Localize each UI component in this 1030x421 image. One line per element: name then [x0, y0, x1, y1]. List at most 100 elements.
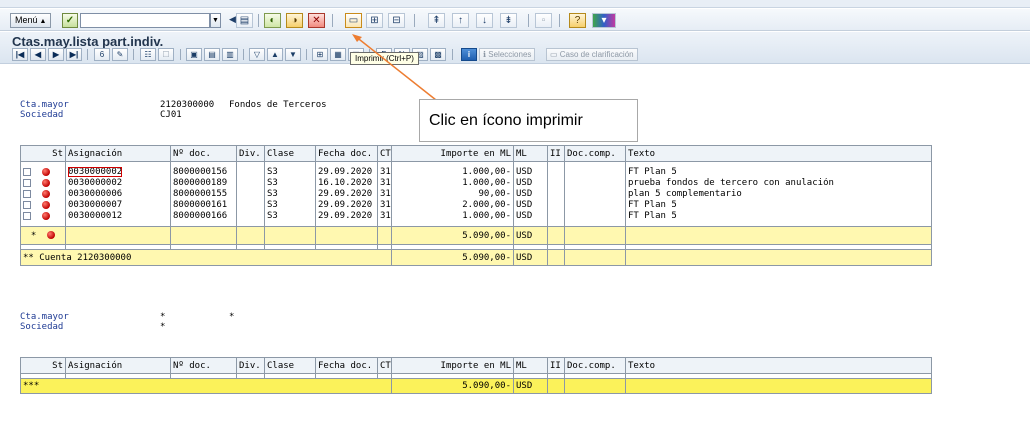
table-row[interactable]: 0030000002 8000000156 S3 29.09.2020 31 1…	[20, 166, 932, 178]
find-icon[interactable]: ⊞	[366, 13, 383, 28]
table-row[interactable]: 0030000006 8000000155 S3 29.09.2020 31 9…	[20, 188, 932, 200]
col-header-div[interactable]: Div.	[236, 145, 265, 162]
nodoc-cell[interactable]: 8000000155	[170, 188, 237, 200]
col-header-importe[interactable]: Importe en ML	[391, 357, 514, 374]
status-red-icon	[41, 178, 50, 187]
col-header-fecha[interactable]: Fecha doc.	[315, 357, 378, 374]
cta-mayor-label: Cta.mayor	[20, 100, 69, 110]
filter-icon[interactable]: ▽	[249, 48, 265, 61]
row-checkbox[interactable]	[23, 178, 31, 187]
ct-cell: 31	[377, 177, 392, 189]
selecciones-button[interactable]: ℹ Selecciones	[479, 48, 536, 61]
info-icon[interactable]: i	[461, 48, 477, 61]
table-row[interactable]: 0030000012 8000000166 S3 29.09.2020 31 1…	[20, 210, 932, 222]
row-checkbox[interactable]	[23, 167, 31, 176]
document-icon[interactable]: ▣	[186, 48, 202, 61]
details-icon[interactable]: ▥	[222, 48, 238, 61]
subtotal-row[interactable]: * 5.090,00- USD	[20, 226, 932, 245]
col-header-ml[interactable]: ML	[513, 145, 548, 162]
exit-icon[interactable]: ◑	[286, 13, 303, 28]
asignacion-cell[interactable]: 0030000002	[65, 177, 171, 189]
sort-icon[interactable]: ▲	[267, 48, 283, 61]
table-header-row: St Asignación Nº doc. Div. Clase Fecha d…	[20, 145, 932, 162]
status-red-icon	[41, 167, 50, 176]
next-item-icon[interactable]: ▶	[48, 48, 64, 61]
cuenta-total-row[interactable]: ** Cuenta 2120300000 5.090,00- USD	[20, 249, 932, 266]
col-header-importe[interactable]: Importe en ML	[391, 145, 514, 162]
doccomp-cell	[564, 188, 626, 200]
caso-clarificacion-button[interactable]: ▭ Caso de clarificación	[546, 48, 638, 61]
div-cell	[236, 188, 265, 200]
col-header-asignacion[interactable]: Asignación	[65, 357, 171, 374]
ct-cell: 31	[377, 188, 392, 200]
col-header-ii[interactable]: II	[547, 357, 565, 374]
col-header-texto[interactable]: Texto	[625, 145, 932, 162]
table-row[interactable]: 0030000007 8000000161 S3 29.09.2020 31 2…	[20, 199, 932, 211]
grand-total-row[interactable]: *** 5.090,00- USD	[20, 378, 932, 394]
div-cell	[236, 166, 265, 178]
table-row[interactable]: 0030000002 8000000189 S3 16.10.2020 31 1…	[20, 177, 932, 189]
next-page-icon[interactable]: ↓	[476, 13, 493, 28]
last-page-icon[interactable]: ⇟	[500, 13, 517, 28]
asignacion-cell[interactable]: 0030000007	[65, 199, 171, 211]
edit-icon[interactable]: ✎	[112, 48, 128, 61]
new-session-icon[interactable]: ▫	[535, 13, 552, 28]
nodoc-cell[interactable]: 8000000189	[170, 177, 237, 189]
row-checkbox[interactable]	[23, 189, 31, 198]
last-item-icon[interactable]: ▶|	[66, 48, 82, 61]
clase-cell: S3	[264, 177, 316, 189]
col-header-st[interactable]: St	[20, 145, 66, 162]
asignacion-cell[interactable]: 0030000012	[65, 210, 171, 222]
command-dropdown-icon[interactable]: ▼	[210, 13, 221, 28]
grid-icon[interactable]: ⊞	[312, 48, 328, 61]
first-page-icon[interactable]: ⇞	[428, 13, 445, 28]
document-header-icon[interactable]: ▤	[204, 48, 220, 61]
sort-desc-icon[interactable]: ▼	[285, 48, 301, 61]
view-icon[interactable]: ▩	[430, 48, 446, 61]
print-tooltip: Imprimir (Ctrl+P)	[350, 52, 419, 65]
col-header-div[interactable]: Div.	[236, 357, 265, 374]
previous-item-icon[interactable]: ◀	[30, 48, 46, 61]
col-header-nodoc[interactable]: Nº doc.	[170, 357, 237, 374]
col-header-clase[interactable]: Clase	[264, 145, 316, 162]
asignacion-cell[interactable]: 0030000006	[65, 188, 171, 200]
print-icon[interactable]: ▭	[345, 13, 362, 28]
layout-icon[interactable]: ▾	[592, 13, 616, 28]
menu-button[interactable]: Menú ▲	[10, 13, 52, 28]
subtotal-marker: *	[30, 230, 37, 241]
nodoc-cell[interactable]: 8000000156	[170, 166, 237, 178]
deselect-icon[interactable]: ☐	[158, 48, 174, 61]
col-header-doccomp[interactable]: Doc.comp.	[564, 357, 626, 374]
previous-page-icon[interactable]: ↑	[452, 13, 469, 28]
nodoc-cell[interactable]: 8000000166	[170, 210, 237, 222]
enter-icon[interactable]: ✓	[62, 13, 78, 28]
cancel-icon[interactable]: ✕	[308, 13, 325, 28]
help-icon[interactable]: ?	[569, 13, 586, 28]
find-next-icon[interactable]: ⊟	[388, 13, 405, 28]
command-field[interactable]	[80, 13, 210, 28]
asignacion-cell[interactable]: 0030000002	[68, 167, 123, 177]
ii-cell	[547, 210, 565, 222]
back-icon[interactable]: ◐	[264, 13, 281, 28]
col-header-ct[interactable]: CT	[377, 145, 392, 162]
select-all-icon[interactable]: ☷	[140, 48, 156, 61]
col-header-asignacion[interactable]: Asignación	[65, 145, 171, 162]
col-header-ct[interactable]: CT	[377, 357, 392, 374]
display-icon[interactable]: 6	[94, 48, 110, 61]
col-header-texto[interactable]: Texto	[625, 357, 932, 374]
col-header-ii[interactable]: II	[547, 145, 565, 162]
texto-cell: FT Plan 5	[625, 199, 932, 211]
row-checkbox[interactable]	[23, 200, 31, 209]
first-item-icon[interactable]: |◀	[12, 48, 28, 61]
layout-change-icon[interactable]: ▦	[330, 48, 346, 61]
col-header-clase[interactable]: Clase	[264, 357, 316, 374]
col-header-doccomp[interactable]: Doc.comp.	[564, 145, 626, 162]
nodoc-cell[interactable]: 8000000161	[170, 199, 237, 211]
col-header-st[interactable]: St	[20, 357, 66, 374]
col-header-fecha[interactable]: Fecha doc.	[315, 145, 378, 162]
col-header-ml[interactable]: ML	[513, 357, 548, 374]
row-checkbox[interactable]	[23, 211, 31, 220]
col-header-nodoc[interactable]: Nº doc.	[170, 145, 237, 162]
status-red-icon	[41, 200, 50, 209]
save-icon[interactable]: ▤	[236, 13, 253, 28]
